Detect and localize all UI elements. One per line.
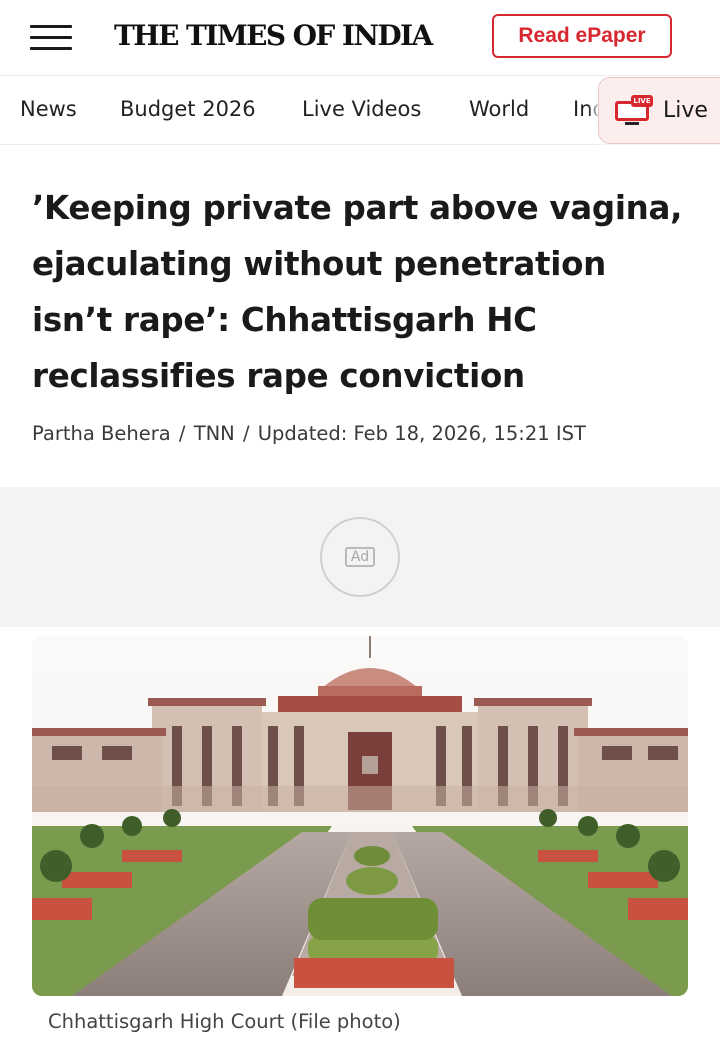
read-epaper-button[interactable]: Read ePaper bbox=[492, 14, 672, 58]
byline-separator: / bbox=[178, 422, 186, 445]
image-caption: Chhattisgarh High Court (File photo) bbox=[48, 1010, 401, 1033]
court-building-illustration bbox=[32, 636, 688, 996]
ad-label: Ad bbox=[344, 547, 376, 567]
nav-item-live-videos[interactable]: Live Videos bbox=[302, 97, 421, 121]
live-label: Live bbox=[663, 98, 708, 123]
hamburger-menu-icon[interactable] bbox=[30, 25, 72, 51]
updated-timestamp: Updated: Feb 18, 2026, 15:21 IST bbox=[257, 422, 586, 445]
ad-placeholder: Ad bbox=[0, 487, 720, 627]
nav-item-news[interactable]: News bbox=[20, 97, 77, 121]
byline-separator: / bbox=[242, 422, 250, 445]
live-tv-button[interactable]: LIVE Live bbox=[598, 77, 720, 144]
author-name[interactable]: Partha Behera bbox=[32, 422, 171, 445]
nav-item-world[interactable]: World bbox=[469, 97, 529, 121]
live-badge: LIVE bbox=[631, 94, 653, 107]
article-image[interactable] bbox=[32, 636, 688, 996]
article-headline: ’Keeping private part above vagina, ejac… bbox=[32, 189, 683, 395]
live-tv-icon: LIVE bbox=[615, 94, 653, 125]
nav-item-budget-2026[interactable]: Budget 2026 bbox=[120, 97, 256, 121]
site-header: THE TIMES OF INDIA Read ePaper bbox=[0, 0, 720, 76]
article-source: TNN bbox=[193, 422, 235, 445]
site-logo[interactable]: THE TIMES OF INDIA bbox=[114, 19, 433, 52]
article-byline: Partha Behera / TNN / Updated: Feb 18, 2… bbox=[32, 422, 586, 445]
ad-icon: Ad bbox=[320, 517, 400, 597]
